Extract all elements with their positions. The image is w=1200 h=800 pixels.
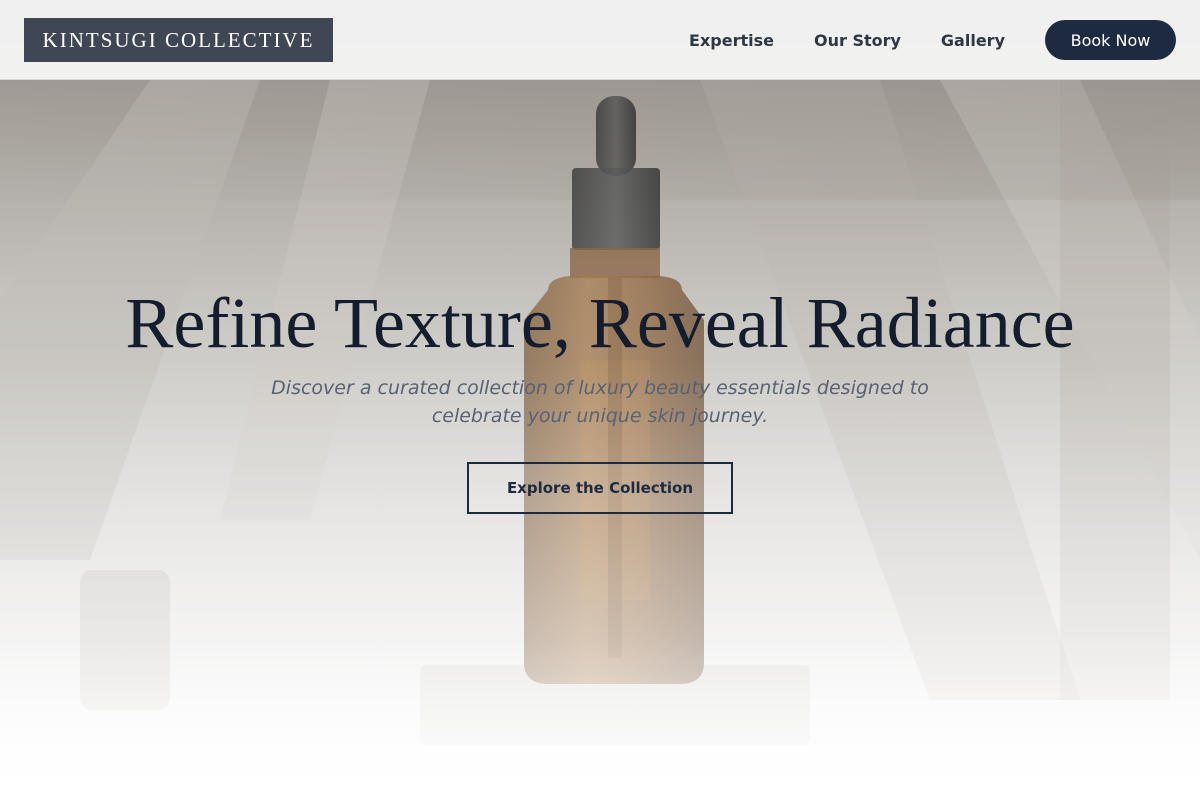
hero-subtitle-line-1: Discover a curated collection of luxury … [271,377,929,399]
nav-link-expertise[interactable]: Expertise [689,31,774,50]
main-nav: Expertise Our Story Gallery [689,0,1005,80]
site-header: KINTSUGI COLLECTIVE Expertise Our Story … [0,0,1200,80]
hero-subtitle-line-2: celebrate your unique skin journey. [431,405,769,427]
hero-subtitle: Discover a curated collection of luxury … [250,374,950,430]
explore-collection-button[interactable]: Explore the Collection [467,462,733,514]
book-now-button[interactable]: Book Now [1045,20,1176,60]
hero-title: Refine Texture, Reveal Radiance [125,283,1075,363]
brand-logo[interactable]: KINTSUGI COLLECTIVE [24,18,333,62]
page: KINTSUGI COLLECTIVE Expertise Our Story … [0,0,1200,800]
nav-link-gallery[interactable]: Gallery [941,31,1005,50]
nav-link-our-story[interactable]: Our Story [814,31,901,50]
